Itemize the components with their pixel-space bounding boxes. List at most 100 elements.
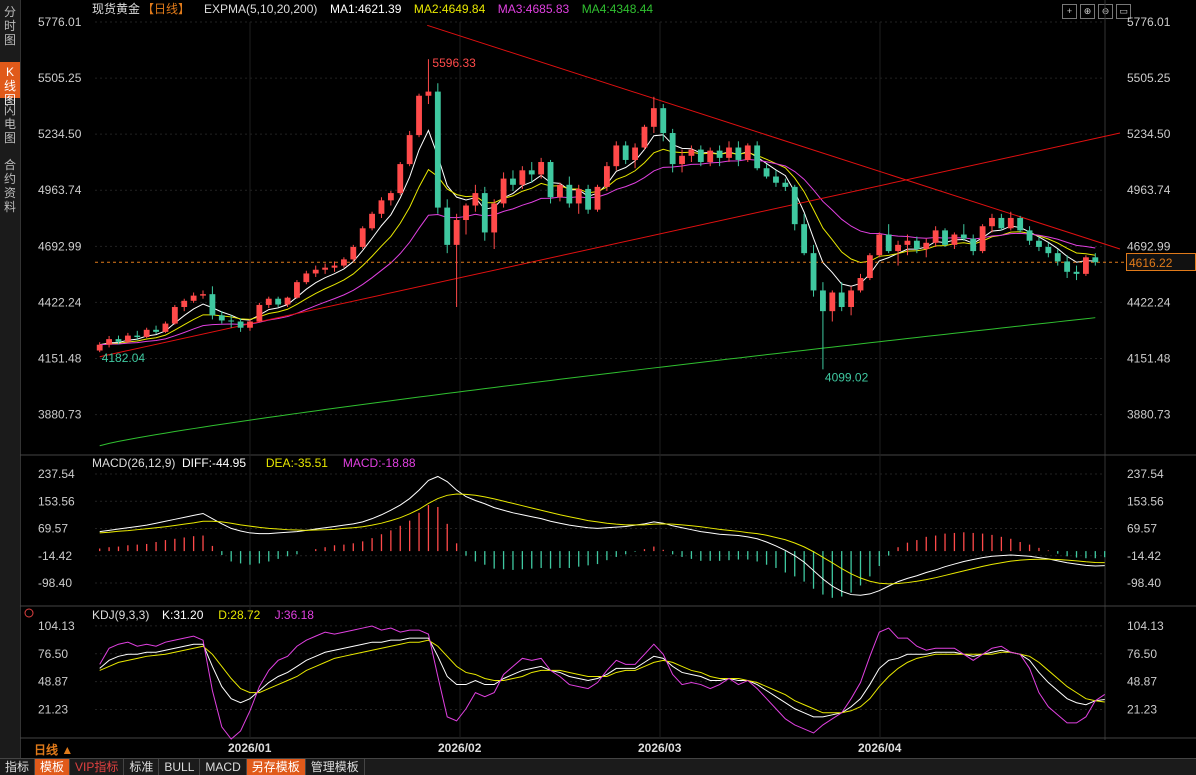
price-tick-right: 5234.50 bbox=[1127, 127, 1171, 141]
candle-body bbox=[340, 259, 347, 266]
annotation-low-1: 4182.04 bbox=[102, 351, 146, 365]
chart-area: 5776.01 5776.01 5505.25 5505.25 5234.50 5234.… bbox=[20, 0, 1196, 755]
annotation-low-2: 4099.02 bbox=[825, 370, 869, 384]
expma-200-line bbox=[99, 317, 1096, 447]
bottom-tab-1[interactable]: 模板 bbox=[35, 759, 71, 775]
candle-body bbox=[960, 234, 967, 239]
candle-body bbox=[1045, 246, 1052, 254]
sidebar-tab-0[interactable]: 分时图 bbox=[0, 2, 20, 58]
x-tick-label: 2026/02 bbox=[438, 741, 482, 755]
candle-body bbox=[510, 178, 516, 185]
candle-body bbox=[275, 298, 282, 305]
price-tick-left: 4963.74 bbox=[38, 183, 82, 197]
sidebar-tab-1[interactable]: K线图 bbox=[0, 62, 20, 107]
legend-ma2: MA2:4649.84 bbox=[414, 2, 486, 16]
candle-body bbox=[350, 246, 357, 260]
candle-body bbox=[500, 178, 507, 204]
macd-tick-right: -14.42 bbox=[1127, 549, 1161, 563]
legend-ma1: MA1:4621.39 bbox=[330, 2, 402, 16]
kdj-legend-0: K:31.20 bbox=[162, 608, 204, 622]
candle-body bbox=[1007, 217, 1014, 229]
kdj-tick-right: 21.23 bbox=[1127, 703, 1157, 717]
macd-tick-left: -98.40 bbox=[38, 576, 72, 590]
kdj-settings-icon[interactable] bbox=[24, 608, 34, 618]
chart-title: 现货黄金 bbox=[92, 1, 140, 16]
candle-body bbox=[632, 147, 638, 160]
candle-body bbox=[716, 150, 723, 158]
candle-body bbox=[162, 323, 169, 332]
candle-body bbox=[773, 176, 779, 183]
candle-body bbox=[885, 234, 892, 252]
candle-body bbox=[1073, 271, 1080, 274]
kdj-title: KDJ(9,3,3) bbox=[92, 608, 149, 622]
kdj-tick-left: 104.13 bbox=[38, 619, 75, 633]
candle-body bbox=[566, 184, 573, 204]
kdj-tick-right: 48.87 bbox=[1127, 675, 1157, 689]
candle-body bbox=[171, 307, 178, 324]
candle-body bbox=[256, 304, 263, 322]
candle-body bbox=[820, 290, 826, 312]
candle-body bbox=[96, 344, 103, 351]
legend-ma3: MA3:4685.83 bbox=[498, 2, 570, 16]
kdj-tick-right: 104.13 bbox=[1127, 619, 1164, 633]
bottom-tab-7[interactable]: 管理模板 bbox=[306, 759, 365, 775]
candle-body bbox=[876, 234, 883, 256]
current-price-label: 4616.22 bbox=[1126, 253, 1196, 271]
candle-body bbox=[791, 186, 798, 225]
candle-body bbox=[124, 335, 131, 342]
candle-body bbox=[303, 273, 310, 283]
candle-body bbox=[866, 255, 873, 279]
bottom-tab-5[interactable]: MACD bbox=[200, 759, 247, 775]
price-tick-left: 5234.50 bbox=[38, 127, 82, 141]
candle-body bbox=[444, 207, 451, 245]
candle-body bbox=[218, 315, 225, 321]
period-selector[interactable]: 日线 ▲ bbox=[34, 741, 73, 758]
candle-body bbox=[660, 108, 667, 134]
bottom-tab-3[interactable]: 标准 bbox=[124, 759, 160, 775]
candle-body bbox=[209, 294, 216, 316]
candle-body bbox=[603, 166, 610, 187]
sidebar-tab-2[interactable]: 闪电图 bbox=[0, 100, 20, 152]
bottom-toolbar: 指标 模板 VIP指标 标准 BULL MACD 另存模板 管理模板 bbox=[0, 758, 1196, 775]
candle-body bbox=[641, 126, 648, 148]
macd-tick-right: 153.56 bbox=[1127, 494, 1164, 508]
candle-body bbox=[688, 149, 695, 156]
bottom-tab-2[interactable]: VIP指标 bbox=[70, 759, 125, 775]
candle-body bbox=[331, 265, 338, 268]
price-tick-left: 4151.48 bbox=[38, 351, 82, 365]
candle-body bbox=[425, 91, 432, 96]
bottom-tab-4[interactable]: BULL bbox=[159, 759, 201, 775]
annotation-high: 5596.33 bbox=[432, 56, 476, 70]
candle-body bbox=[923, 242, 930, 250]
candle-body bbox=[970, 238, 977, 252]
candle-body bbox=[387, 193, 394, 201]
kdj-legend-1: D:28.72 bbox=[218, 608, 260, 622]
bottom-tab-0[interactable]: 指标 bbox=[0, 759, 36, 775]
kdj-tick-left: 21.23 bbox=[38, 703, 68, 717]
candle-body bbox=[491, 203, 498, 233]
candle-body bbox=[434, 91, 441, 208]
price-tick-left: 4692.99 bbox=[38, 239, 82, 253]
bottom-tab-6[interactable]: 另存模板 bbox=[246, 759, 306, 775]
candle-body bbox=[181, 300, 188, 308]
candle-body bbox=[284, 297, 291, 305]
candle-body bbox=[585, 188, 592, 210]
macd-tick-left: 237.54 bbox=[38, 467, 75, 481]
candle-body bbox=[810, 253, 817, 291]
candle-body bbox=[1082, 257, 1089, 274]
kdj-tick-left: 76.50 bbox=[38, 647, 68, 661]
sidebar-tab-3[interactable]: 合约资料 bbox=[0, 155, 20, 214]
candle-body bbox=[538, 162, 545, 175]
candle-body bbox=[1054, 253, 1061, 262]
candle-body bbox=[932, 230, 939, 243]
candle-body bbox=[669, 133, 676, 165]
candle-body bbox=[265, 298, 272, 305]
candle-body bbox=[575, 188, 582, 204]
candle-body bbox=[397, 164, 404, 194]
candle-body bbox=[1064, 261, 1071, 272]
candle-body bbox=[143, 329, 150, 338]
macd-title: MACD(26,12,9) bbox=[92, 456, 175, 470]
candle-body bbox=[989, 217, 995, 227]
x-tick-label: 2026/03 bbox=[638, 741, 682, 755]
candle-body bbox=[294, 282, 300, 298]
